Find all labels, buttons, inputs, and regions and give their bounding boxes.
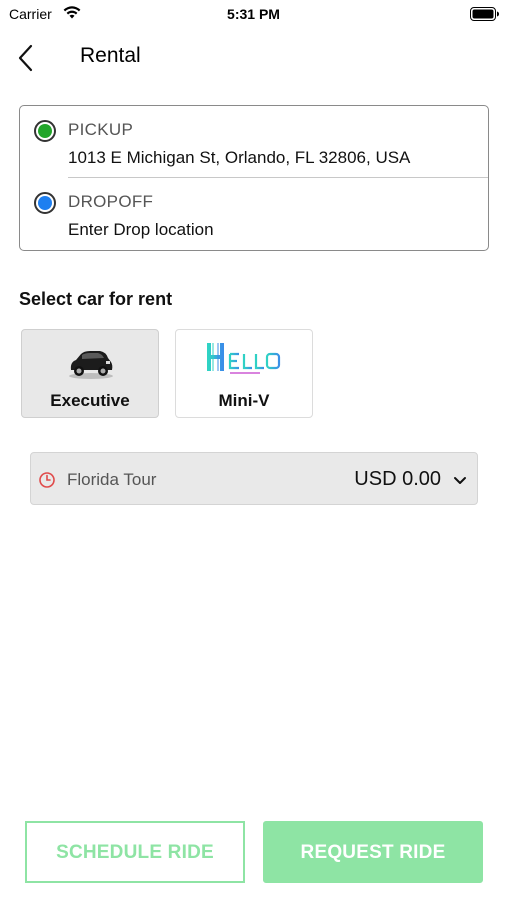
chevron-left-icon [18,44,33,72]
pickup-address: 1013 E Michigan St, Orlando, FL 32806, U… [68,148,411,167]
car-section-title: Select car for rent [19,289,173,309]
car-name-mini-v: Mini-V [218,391,270,410]
car-icon [66,346,116,385]
back-button[interactable] [14,40,44,76]
clock-time: 5:31 PM [227,6,280,22]
dropoff-label: DROPOFF [68,192,154,211]
status-bar: Carrier 5:31 PM [0,0,507,30]
car-option-mini-v[interactable]: Mini-V [175,329,313,418]
fare-package-dropdown[interactable]: Florida Tour USD 0.00 [30,452,478,505]
page-title: Rental [80,44,141,67]
pickup-location-field[interactable]: PICKUP 1013 E Michigan St, Orlando, FL 3… [20,106,488,176]
location-card: PICKUP 1013 E Michigan St, Orlando, FL 3… [19,105,489,251]
battery-icon [470,7,500,26]
car-name-executive: Executive [50,391,130,410]
fare-price: USD 0.00 [354,468,441,490]
schedule-ride-button[interactable]: SCHEDULE RIDE [25,821,245,883]
chevron-down-icon [453,473,467,491]
car-option-executive[interactable]: Executive [21,329,159,418]
fare-package-name: Florida Tour [67,470,157,489]
pickup-label: PICKUP [68,120,134,139]
hello-logo [206,340,284,385]
dropoff-dot-icon [34,192,56,214]
request-ride-button[interactable]: REQUEST RIDE [263,821,483,883]
pickup-dot-icon [34,120,56,142]
dropoff-placeholder: Enter Drop location [68,220,214,239]
dropoff-location-field[interactable]: DROPOFF Enter Drop location [20,178,488,248]
clock-icon [38,471,56,494]
navigation-bar: Rental [0,36,507,80]
